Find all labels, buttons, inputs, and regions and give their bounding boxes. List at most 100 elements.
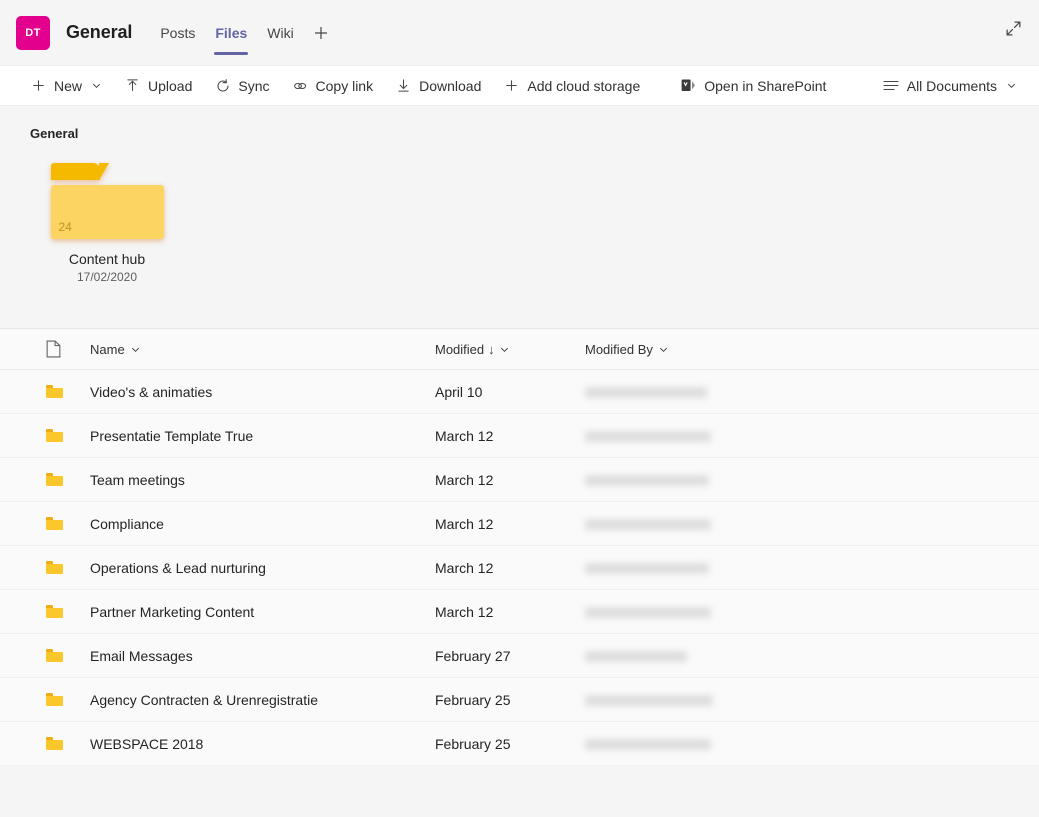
copy-link-button[interactable]: Copy link (284, 70, 382, 102)
row-modified: February 25 (435, 691, 511, 708)
sync-label: Sync (238, 77, 270, 94)
breadcrumb[interactable]: General (0, 106, 1039, 141)
folder-icon (46, 517, 90, 530)
row-modified: March 12 (435, 515, 494, 532)
row-modified: February 25 (435, 735, 511, 752)
folder-icon (46, 385, 90, 398)
table-row[interactable]: Compliance March 12 (0, 502, 1039, 546)
upload-label: Upload (148, 77, 193, 94)
table-row[interactable]: Partner Marketing Content March 12 (0, 590, 1039, 634)
folder-tile-content-hub[interactable]: 24 Content hub 17/02/2020 (46, 163, 168, 284)
row-modified: March 12 (435, 603, 494, 620)
column-header-name-label: Name (90, 341, 125, 357)
row-modified: March 12 (435, 427, 494, 444)
open-in-sharepoint-button[interactable]: Open in SharePoint (672, 70, 834, 102)
copy-link-label: Copy link (315, 77, 374, 94)
column-header-modified[interactable]: Modified ↓ (435, 342, 585, 357)
plus-icon (30, 77, 47, 94)
redacted-value (585, 651, 687, 663)
column-header-modified-label: Modified (435, 341, 485, 357)
tab-wiki-label: Wiki (267, 24, 294, 41)
pinned-tiles: 24 Content hub 17/02/2020 (0, 141, 1039, 284)
all-documents-label: All Documents (906, 77, 997, 94)
row-name: Team meetings (90, 471, 185, 488)
row-modified-by (585, 458, 765, 502)
row-name: Operations & Lead nurturing (90, 559, 266, 576)
row-name: Agency Contracten & Urenregistratie (90, 691, 318, 708)
table-row[interactable]: WEBSPACE 2018 February 25 (0, 722, 1039, 766)
column-header-modified-by[interactable]: Modified By (585, 342, 765, 357)
redacted-value (585, 739, 711, 751)
row-modified-by (585, 414, 765, 458)
view-selector[interactable]: All Documents (875, 70, 1025, 102)
redacted-value (585, 695, 713, 707)
list-view-icon (883, 77, 900, 94)
download-label: Download (419, 77, 482, 94)
row-name: Partner Marketing Content (90, 603, 255, 620)
tab-posts[interactable]: Posts (150, 0, 205, 65)
folder-item-count: 24 (58, 220, 72, 234)
table-row[interactable]: Agency Contracten & Urenregistratie Febru… (0, 678, 1039, 722)
sync-icon (214, 77, 231, 94)
redacted-value (585, 607, 711, 619)
open-in-sharepoint-label: Open in SharePoint (704, 77, 827, 94)
table-row[interactable]: Presentatie Template True March 12 (0, 414, 1039, 458)
row-modified-by (585, 502, 765, 546)
folder-icon: 24 (50, 163, 164, 239)
chevron-down-icon (500, 347, 508, 352)
channel-tabs: Posts Files Wiki (150, 0, 337, 65)
folder-tile-name: Content hub (68, 251, 146, 267)
tab-files[interactable]: Files (205, 0, 257, 65)
row-modified-by (585, 678, 765, 722)
tab-files-label: Files (215, 24, 248, 41)
redacted-value (585, 563, 709, 575)
table-row[interactable]: Email Messages February 27 (0, 634, 1039, 678)
tab-wiki[interactable]: Wiki (257, 0, 303, 65)
folder-icon (46, 561, 90, 574)
folder-icon (46, 429, 90, 442)
add-tab-button[interactable] (304, 0, 338, 65)
new-button[interactable]: New (22, 70, 110, 102)
upload-icon (124, 77, 141, 94)
column-header-modified-by-label: Modified By (585, 341, 653, 357)
folder-tab-shape (50, 163, 109, 180)
files-content: General 24 Content hub 17/02/2020 Name M… (0, 106, 1039, 766)
sharepoint-icon (680, 77, 697, 94)
row-modified-by (585, 722, 765, 766)
column-header-name[interactable]: Name (90, 342, 435, 357)
row-name: WEBSPACE 2018 (90, 735, 204, 752)
new-label: New (54, 77, 83, 94)
file-list-rows: Video's & animaties April 10 Presentatie T… (0, 370, 1039, 766)
download-icon (395, 77, 412, 94)
download-button[interactable]: Download (387, 70, 489, 102)
plus-icon (314, 26, 327, 39)
file-list-header: Name Modified ↓ Modified By (0, 329, 1039, 370)
chevron-down-icon (131, 347, 139, 352)
add-cloud-storage-button[interactable]: Add cloud storage (495, 70, 648, 102)
row-modified-by (585, 634, 765, 678)
redacted-value (585, 387, 707, 399)
row-name: Video's & animaties (90, 383, 213, 400)
table-row[interactable]: Team meetings March 12 (0, 458, 1039, 502)
expand-button[interactable] (997, 12, 1029, 44)
table-row[interactable]: Operations & Lead nurturing March 12 (0, 546, 1039, 590)
table-row[interactable]: Video's & animaties April 10 (0, 370, 1039, 414)
sync-button[interactable]: Sync (206, 70, 277, 102)
file-list: Name Modified ↓ Modified By Video's & an… (0, 328, 1039, 766)
file-type-icon (46, 340, 61, 358)
sort-descending-icon: ↓ (488, 341, 495, 357)
row-modified-by (585, 590, 765, 634)
chevron-down-icon (659, 347, 667, 352)
row-modified: February 27 (435, 647, 511, 664)
row-modified-by (585, 546, 765, 590)
redacted-value (585, 431, 711, 443)
row-modified: March 12 (435, 559, 494, 576)
folder-icon (46, 737, 90, 750)
page-title: General (66, 22, 133, 42)
command-bar: New Upload Sync Copy link Download Add c… (0, 65, 1039, 106)
tab-posts-label: Posts (160, 24, 196, 41)
column-header-file-type[interactable] (46, 340, 90, 358)
row-name: Presentatie Template True (90, 427, 254, 444)
all-documents-button[interactable]: All Documents (875, 70, 1025, 102)
upload-button[interactable]: Upload (116, 70, 200, 102)
